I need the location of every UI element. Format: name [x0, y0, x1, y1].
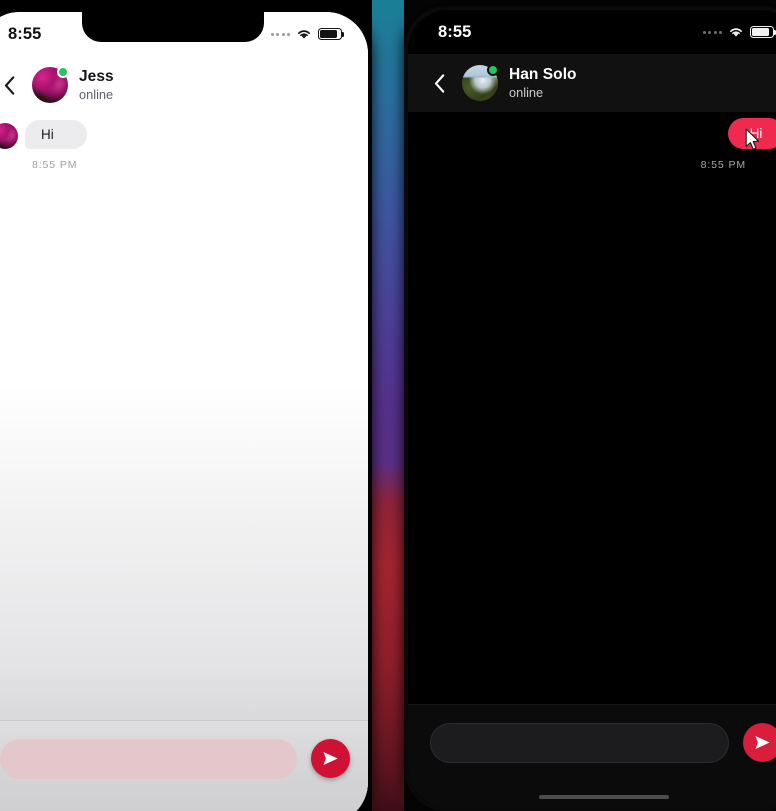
peer-presence-status: online [79, 86, 114, 102]
phone-right-composer [408, 704, 776, 808]
status-bar-indicators [702, 26, 776, 38]
back-button[interactable] [422, 66, 456, 100]
phone-left-chat-header: Jess online [0, 56, 368, 114]
battery-full-icon [750, 26, 776, 38]
message-bubble-incoming[interactable]: Hi [25, 120, 87, 149]
screenshot-stage: 8:55 Jess online Hi 8:55 PM 8:55 Han Sol… [0, 0, 776, 811]
phone-left-message-list[interactable]: Hi 8:55 PM [0, 114, 368, 720]
phone-right-screen: 8:55 Han Solo online Hi 8:55 PM [408, 10, 776, 808]
phone-right-notch [516, 10, 692, 42]
message-input[interactable] [0, 739, 297, 779]
send-paper-plane-icon [755, 736, 770, 749]
phone-right-message-list[interactable]: Hi 8:55 PM [408, 112, 776, 704]
peer-info: Jess online [79, 68, 114, 103]
chevron-left-icon [434, 73, 444, 93]
send-button[interactable] [311, 739, 350, 778]
status-bar-indicators [270, 28, 345, 40]
peer-avatar[interactable] [32, 66, 69, 103]
status-bar-time: 8:55 [438, 22, 472, 41]
phone-left-notch [82, 12, 264, 42]
wifi-icon [730, 28, 742, 37]
send-button[interactable] [743, 723, 776, 762]
message-timestamp: 8:55 PM [700, 159, 746, 171]
phone-right-dark-theme: 8:55 Han Solo online Hi 8:55 PM [404, 6, 776, 811]
message-row: Hi [0, 120, 352, 149]
phone-left-light-theme: 8:55 Jess online Hi 8:55 PM [0, 8, 372, 811]
status-bar-time: 8:55 [8, 24, 42, 43]
signal-dots-icon [270, 32, 290, 36]
signal-dots-icon [702, 30, 722, 34]
message-input[interactable] [430, 723, 729, 763]
phone-left-screen: 8:55 Jess online Hi 8:55 PM [0, 12, 368, 811]
chevron-left-icon [4, 75, 14, 95]
send-paper-plane-icon [323, 752, 338, 765]
message-sender-avatar [0, 123, 18, 149]
message-bubble-text: Hi [749, 126, 763, 141]
wifi-icon [298, 30, 310, 39]
message-row: Hi [422, 118, 776, 149]
message-timestamp: 8:55 PM [32, 159, 78, 171]
peer-presence-status: online [509, 84, 544, 100]
peer-info: Han Solo online [509, 66, 577, 101]
phone-left-composer [0, 720, 368, 811]
peer-name: Han Solo [509, 65, 577, 83]
peer-name: Jess [79, 67, 114, 85]
message-bubble-outgoing[interactable]: Hi [728, 118, 776, 149]
phone-right-chat-header: Han Solo online [408, 54, 776, 112]
online-dot-icon [487, 64, 499, 76]
back-button[interactable] [0, 68, 26, 102]
online-dot-icon [57, 66, 69, 78]
battery-full-icon [318, 28, 345, 40]
home-indicator[interactable] [539, 794, 669, 799]
peer-avatar[interactable] [462, 64, 499, 101]
